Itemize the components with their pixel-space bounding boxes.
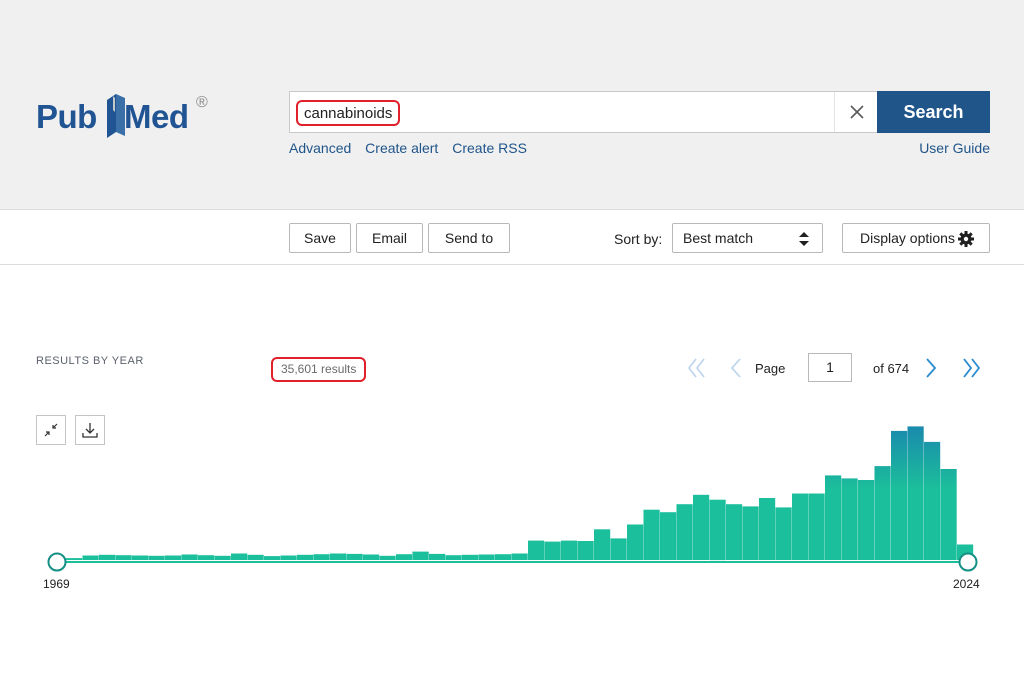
results-by-year-chart: [47, 426, 978, 572]
search-button[interactable]: Search: [877, 91, 990, 133]
year-bar-2017[interactable]: [858, 480, 875, 560]
header: Pub Med ® cannabinoids Search Advanced C…: [0, 0, 1024, 210]
year-bar-2003[interactable]: [627, 524, 644, 561]
year-bar-1985[interactable]: [330, 553, 347, 561]
year-bar-2021[interactable]: [924, 441, 941, 560]
results-toolbar: Save Email Send to Sort by: Best match D…: [0, 211, 1024, 265]
user-guide-link[interactable]: User Guide: [919, 140, 990, 156]
year-bar-2001[interactable]: [594, 529, 611, 560]
year-bar-1997[interactable]: [528, 540, 545, 560]
year-bar-2020[interactable]: [907, 426, 924, 560]
page-number-input[interactable]: 1: [808, 353, 852, 382]
year-bar-1993[interactable]: [462, 554, 479, 560]
year-bar-1998[interactable]: [544, 541, 561, 560]
pubmed-logo[interactable]: Pub Med ®: [36, 90, 216, 150]
year-bar-1991[interactable]: [429, 553, 446, 560]
year-bar-1990[interactable]: [412, 551, 429, 560]
year-bar-1978[interactable]: [214, 555, 231, 560]
year-bar-1983[interactable]: [297, 554, 314, 560]
display-options-label: Display options: [860, 230, 955, 246]
year-bar-1970[interactable]: [82, 555, 99, 561]
year-bar-1969[interactable]: [66, 558, 83, 560]
year-bar-2014[interactable]: [808, 493, 825, 561]
year-bar-1986[interactable]: [346, 553, 363, 560]
advanced-link[interactable]: Advanced: [289, 140, 351, 156]
send-to-button[interactable]: Send to: [428, 223, 510, 253]
next-page-icon[interactable]: [924, 357, 938, 379]
sort-value: Best match: [683, 230, 754, 246]
results-count: 35,601 results: [271, 357, 367, 382]
year-bar-2010[interactable]: [742, 506, 759, 560]
year-bar-2015[interactable]: [825, 475, 842, 560]
year-bar-1976[interactable]: [181, 554, 198, 561]
year-bar-2009[interactable]: [726, 504, 743, 560]
year-bar-2007[interactable]: [693, 494, 710, 560]
year-bar-2004[interactable]: [643, 509, 660, 560]
gear-icon: [958, 231, 974, 247]
display-options-button[interactable]: Display options: [842, 223, 990, 253]
year-bar-1995[interactable]: [495, 554, 512, 560]
year-bar-2016[interactable]: [841, 478, 858, 560]
year-bar-2019[interactable]: [891, 430, 908, 560]
logo-text-pub: Pub: [36, 98, 97, 135]
year-bar-1980[interactable]: [247, 554, 264, 560]
year-bar-2018[interactable]: [874, 466, 891, 560]
logo-text-med: Med: [124, 98, 189, 135]
year-bar-2022[interactable]: [940, 469, 957, 560]
email-button[interactable]: Email: [356, 223, 423, 253]
year-bar-1999[interactable]: [561, 540, 578, 560]
sort-arrows-icon: [799, 232, 809, 246]
last-page-icon[interactable]: [961, 357, 983, 379]
year-bar-1973[interactable]: [132, 555, 149, 561]
search-input[interactable]: cannabinoids: [296, 100, 400, 126]
year-bar-1988[interactable]: [379, 555, 396, 560]
year-bar-1979[interactable]: [231, 553, 248, 561]
registered-mark: ®: [196, 94, 208, 111]
year-bar-1994[interactable]: [478, 554, 495, 561]
year-bar-2011[interactable]: [759, 498, 776, 560]
year-bar-2002[interactable]: [610, 538, 627, 560]
year-bar-1987[interactable]: [363, 554, 380, 561]
start-year-label: 1969: [43, 577, 70, 591]
year-bar-2008[interactable]: [709, 499, 726, 561]
year-bar-2006[interactable]: [676, 504, 693, 560]
year-bar-1992[interactable]: [445, 555, 462, 560]
results-by-year-label: RESULTS BY YEAR: [36, 355, 144, 367]
year-bar-2012[interactable]: [775, 507, 792, 560]
sort-select[interactable]: Best match: [672, 223, 823, 253]
first-page-icon[interactable]: [687, 357, 707, 379]
end-year-label: 2024: [953, 577, 980, 591]
sort-label: Sort by:: [614, 231, 663, 247]
previous-page-icon[interactable]: [729, 357, 743, 379]
year-bar-1972[interactable]: [115, 555, 132, 560]
year-bar-1971[interactable]: [99, 554, 116, 560]
clear-search-button[interactable]: [834, 92, 878, 132]
year-bar-1989[interactable]: [396, 554, 413, 560]
year-bar-2005[interactable]: [660, 512, 677, 560]
save-button[interactable]: Save: [289, 223, 351, 253]
year-bar-1974[interactable]: [148, 555, 165, 560]
search-sublinks: Advanced Create alert Create RSS: [289, 140, 537, 156]
close-icon: [849, 105, 864, 119]
page-label: Page: [755, 361, 786, 376]
create-rss-link[interactable]: Create RSS: [452, 140, 527, 156]
end-year-handle[interactable]: [958, 552, 978, 572]
year-bar-1977[interactable]: [198, 555, 215, 560]
total-pages: of 674: [873, 361, 910, 376]
year-bar-1996[interactable]: [511, 553, 528, 561]
year-bar-2000[interactable]: [577, 541, 594, 560]
start-year-handle[interactable]: [47, 552, 67, 572]
year-bar-1981[interactable]: [264, 556, 281, 560]
search-box: cannabinoids: [289, 91, 877, 133]
year-bar-1975[interactable]: [165, 555, 182, 561]
year-bar-1982[interactable]: [280, 555, 297, 561]
create-alert-link[interactable]: Create alert: [365, 140, 438, 156]
year-bar-1984[interactable]: [313, 554, 330, 560]
year-bar-2013[interactable]: [792, 493, 809, 561]
